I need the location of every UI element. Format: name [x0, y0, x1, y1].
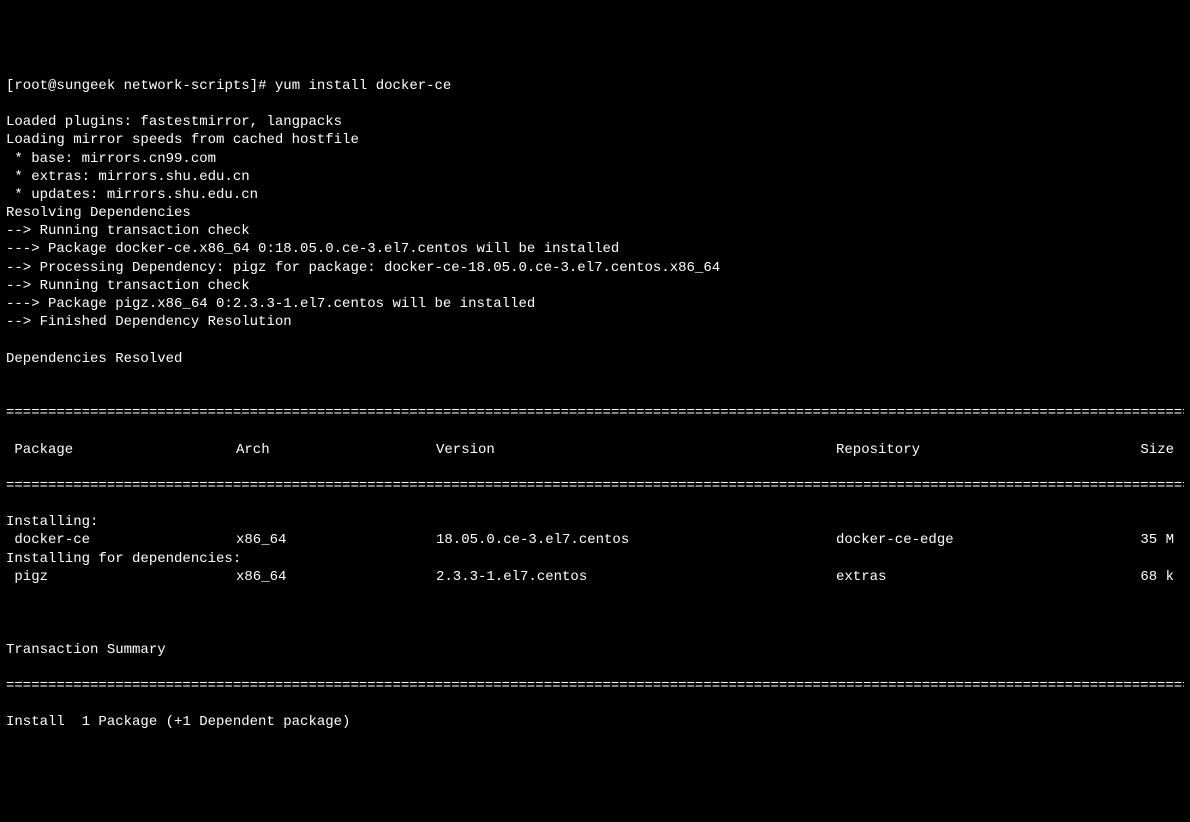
cell-repo: docker-ce-edge — [836, 531, 1076, 549]
output-preamble: Loaded plugins: fastestmirror, langpacks… — [6, 113, 1184, 386]
prompt-user: root — [14, 78, 48, 94]
cell-arch: x86_64 — [236, 568, 436, 586]
table-row: pigzx86_642.3.3-1.el7.centosextras68 k — [6, 568, 1184, 586]
package-sections: Installing: docker-cex86_6418.05.0.ce-3.… — [6, 513, 1184, 586]
command-input[interactable]: yum install docker-ce — [275, 78, 451, 94]
output-line: ---> Package docker-ce.x86_64 0:18.05.0.… — [6, 240, 1184, 258]
prompt-hash: # — [258, 78, 266, 94]
output-line — [6, 368, 1184, 386]
col-package: Package — [6, 441, 236, 459]
output-line: Dependencies Resolved — [6, 350, 1184, 368]
output-line: Loading mirror speeds from cached hostfi… — [6, 131, 1184, 149]
prompt-line: [root@sungeek network-scripts]# yum inst… — [6, 77, 1184, 95]
separator: ========================================… — [6, 677, 1184, 695]
output-line — [6, 331, 1184, 349]
table-header: PackageArchVersionRepositorySize — [6, 441, 1184, 459]
cell-package: pigz — [6, 568, 236, 586]
separator: ========================================… — [6, 477, 1184, 495]
cell-arch: x86_64 — [236, 531, 436, 549]
output-line: * extras: mirrors.shu.edu.cn — [6, 168, 1184, 186]
separator: ========================================… — [6, 404, 1184, 422]
cell-version: 2.3.3-1.el7.centos — [436, 568, 836, 586]
prompt-host: sungeek — [56, 78, 115, 94]
section-title: Installing: — [6, 513, 1184, 531]
output-line: Resolving Dependencies — [6, 204, 1184, 222]
output-line: --> Processing Dependency: pigz for pack… — [6, 259, 1184, 277]
section-title: Installing for dependencies: — [6, 550, 1184, 568]
output-line: --> Finished Dependency Resolution — [6, 313, 1184, 331]
output-line: * updates: mirrors.shu.edu.cn — [6, 186, 1184, 204]
cell-version: 18.05.0.ce-3.el7.centos — [436, 531, 836, 549]
col-version: Version — [436, 441, 836, 459]
col-repo: Repository — [836, 441, 1076, 459]
install-summary: Install 1 Package (+1 Dependent package) — [6, 713, 1184, 731]
col-size: Size — [1076, 441, 1184, 459]
transaction-summary-label: Transaction Summary — [6, 641, 1184, 659]
output-line: ---> Package pigz.x86_64 0:2.3.3-1.el7.c… — [6, 295, 1184, 313]
cell-size: 68 k — [1076, 568, 1184, 586]
prompt-cwd: network-scripts — [124, 78, 250, 94]
output-line: --> Running transaction check — [6, 222, 1184, 240]
output-line: Loaded plugins: fastestmirror, langpacks — [6, 113, 1184, 131]
output-line: --> Running transaction check — [6, 277, 1184, 295]
cell-package: docker-ce — [6, 531, 236, 549]
blank-line — [6, 604, 1184, 622]
output-line: * base: mirrors.cn99.com — [6, 150, 1184, 168]
cell-size: 35 M — [1076, 531, 1184, 549]
cell-repo: extras — [836, 568, 1076, 586]
col-arch: Arch — [236, 441, 436, 459]
table-row: docker-cex86_6418.05.0.ce-3.el7.centosdo… — [6, 531, 1184, 549]
